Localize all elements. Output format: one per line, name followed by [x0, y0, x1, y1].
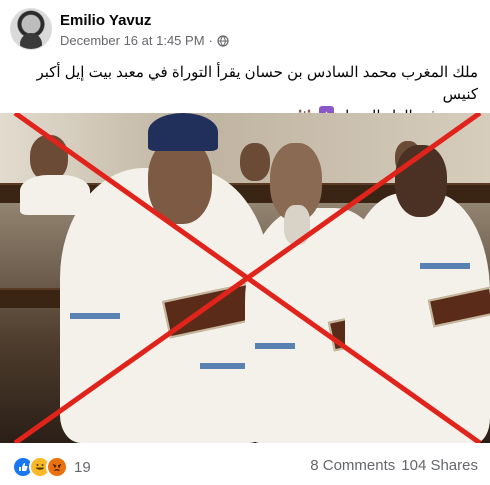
post-date[interactable]: December 16 at 1:45 PM	[60, 33, 205, 48]
author-name[interactable]: Emilio Yavuz	[60, 12, 151, 29]
globe-icon	[217, 34, 229, 47]
post-text-line-1: ملك المغرب محمد السادس بن حسان يقرأ التو…	[36, 64, 478, 103]
comments-count[interactable]: 8 Comments	[310, 457, 395, 474]
facebook-post: Emilio Yavuz December 16 at 1:45 PM · مل…	[0, 0, 490, 485]
photo-shawl-stripe	[420, 263, 470, 269]
photo-person-king-cap	[148, 113, 218, 151]
post-header: Emilio Yavuz December 16 at 1:45 PM ·	[10, 8, 480, 52]
author-avatar[interactable]	[10, 8, 52, 50]
reaction-count: 19	[74, 458, 91, 476]
post-footer: 19 8 Comments 104 Shares	[0, 449, 490, 481]
reactions-summary[interactable]: 19	[12, 456, 91, 478]
photo-shawl-stripe	[200, 363, 250, 369]
engagement-stats: 8 Comments 104 Shares	[310, 457, 478, 474]
photo-person-middle-beard	[284, 205, 310, 245]
meta-separator: ·	[208, 33, 213, 48]
shares-count[interactable]: 104 Shares	[401, 457, 478, 474]
photo-shawl-stripe	[70, 313, 120, 319]
photo-person-right-face	[395, 145, 447, 217]
photo-shawl-stripe	[255, 343, 295, 349]
post-photo[interactable]	[0, 113, 490, 443]
post-meta: December 16 at 1:45 PM ·	[60, 33, 229, 48]
photo-person-bg-mid	[240, 143, 270, 181]
angry-icon	[46, 456, 68, 478]
